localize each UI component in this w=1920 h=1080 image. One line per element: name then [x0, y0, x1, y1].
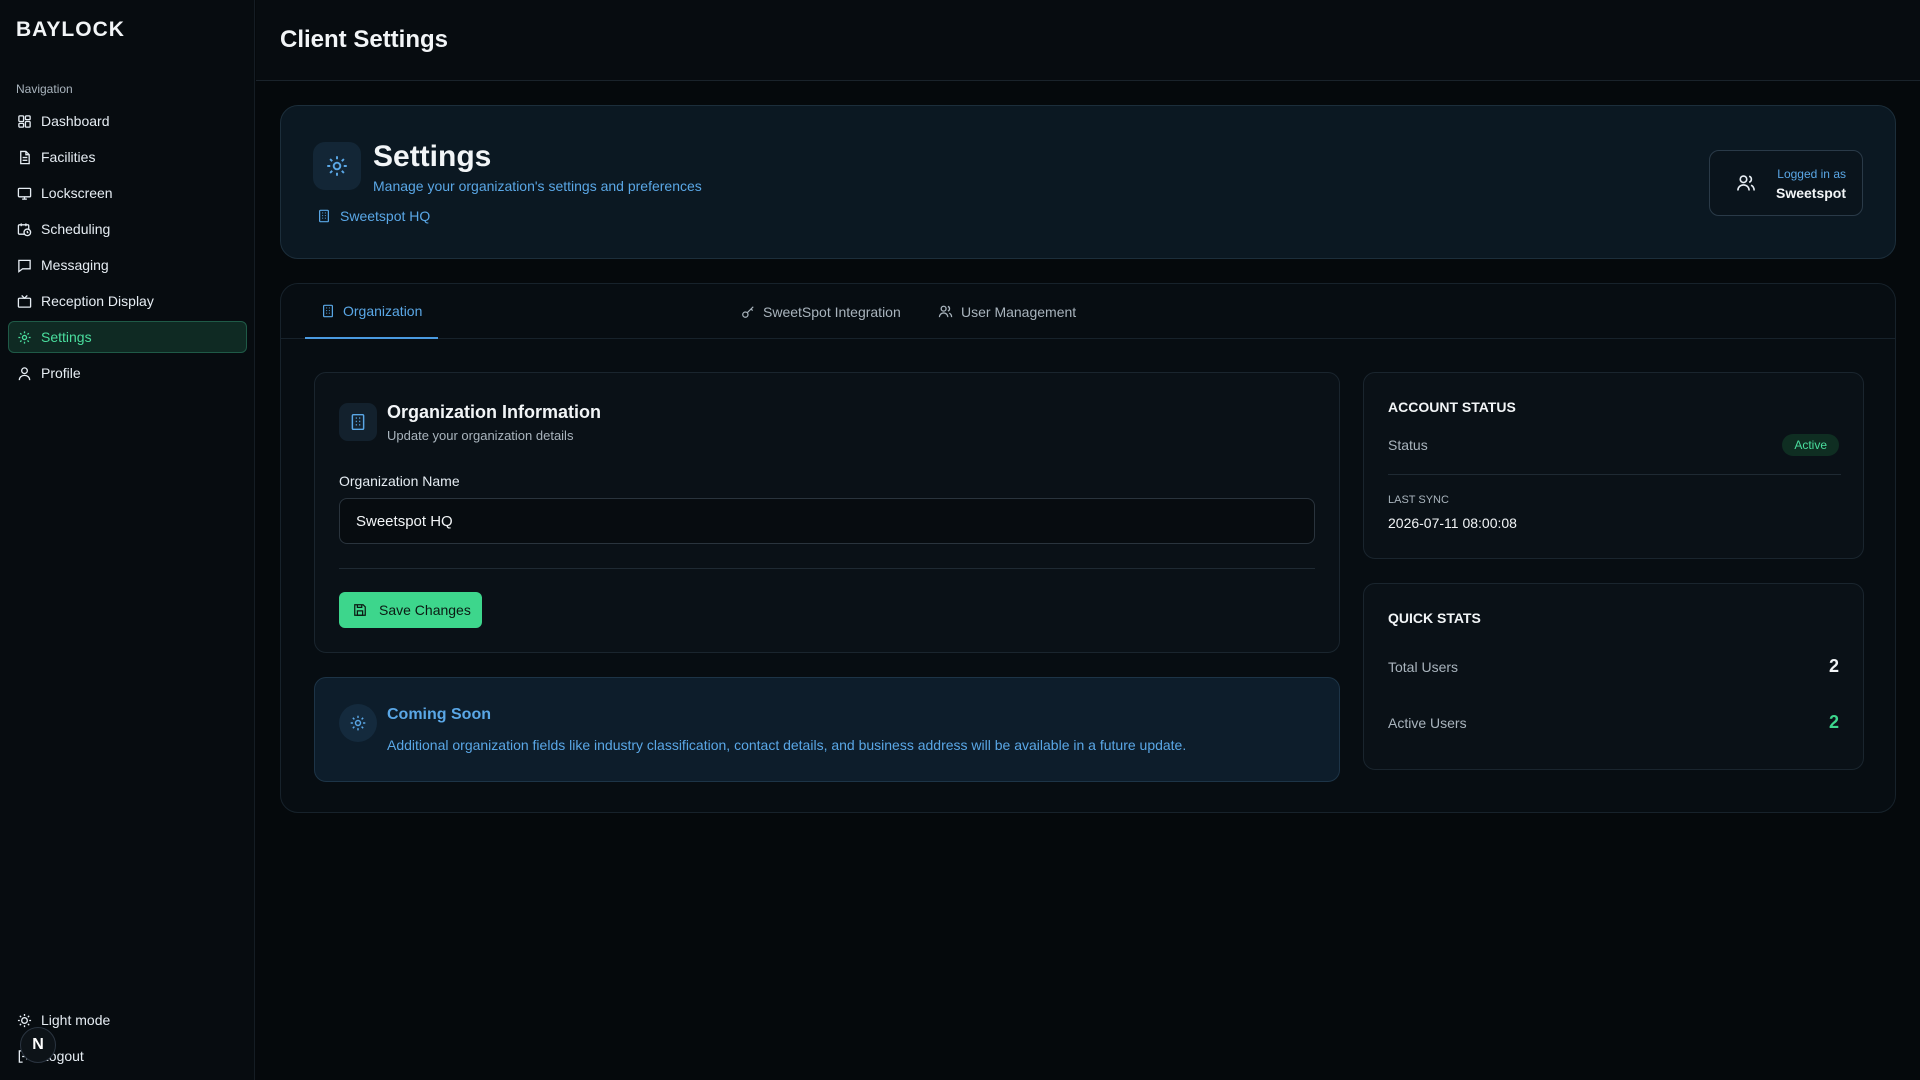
account-status-title: ACCOUNT STATUS: [1388, 399, 1516, 415]
tab-organization[interactable]: Organization: [305, 284, 439, 339]
users-icon: [938, 305, 953, 318]
sidebar-item-dashboard[interactable]: Dashboard: [8, 105, 247, 137]
avatar[interactable]: N: [20, 1027, 56, 1063]
logged-in-label: Logged in as: [1777, 167, 1846, 181]
save-changes-button[interactable]: Save Changes: [339, 592, 482, 628]
organization-info-card: Organization Information Update your org…: [314, 372, 1340, 653]
card-title: Organization Information: [387, 402, 601, 422]
gear-icon: [18, 330, 31, 344]
sidebar-item-label: Reception Display: [41, 293, 154, 309]
calendar-clock-icon: [17, 222, 32, 236]
nav-heading: Navigation: [16, 82, 73, 96]
active-users-value: 2: [1828, 712, 1839, 732]
hero-subtitle: Manage your organization's settings and …: [373, 178, 702, 194]
sun-icon: [17, 1013, 32, 1027]
users-icon: [1737, 175, 1755, 191]
tab-sweetspot-integration[interactable]: SweetSpot Integration: [725, 284, 917, 339]
status-badge: Active: [1782, 434, 1839, 456]
hero-org: Sweetspot HQ: [317, 208, 430, 224]
status-label: Status: [1388, 437, 1428, 453]
coming-soon-text: Additional organization fields like indu…: [387, 737, 1187, 753]
message-icon: [18, 259, 31, 273]
sidebar: BAYLOCK Navigation Dashboard Facilities …: [0, 0, 255, 1080]
settings-hero-card: Settings Manage your organization's sett…: [280, 105, 1896, 259]
sidebar-item-label: Facilities: [41, 149, 96, 165]
sidebar-item-lockscreen[interactable]: Lockscreen: [8, 177, 247, 209]
sidebar-item-settings[interactable]: Settings: [8, 321, 247, 353]
sidebar-nav: Dashboard Facilities Lockscreen Scheduli…: [8, 105, 247, 393]
gear-icon: [339, 704, 377, 742]
building-icon: [339, 403, 377, 441]
last-sync-value: 2026-07-11 08:00:08: [1388, 515, 1517, 531]
sidebar-item-label: Messaging: [41, 257, 109, 273]
settings-panel: Organization SweetSpot Integration User …: [280, 283, 1896, 813]
coming-soon-title: Coming Soon: [387, 706, 491, 723]
last-sync-label: LAST SYNC: [1388, 494, 1449, 506]
dashboard-icon: [18, 114, 31, 128]
user-icon: [18, 366, 31, 380]
sidebar-item-label: Profile: [41, 365, 81, 381]
divider: [339, 568, 1315, 569]
sidebar-item-label: Scheduling: [41, 221, 111, 237]
light-mode-label: Light mode: [41, 1012, 111, 1028]
document-icon: [20, 150, 30, 164]
total-users-label: Total Users: [1388, 659, 1459, 675]
monitor-icon: [17, 187, 32, 200]
save-icon: [354, 604, 366, 616]
logged-in-user: Sweetspot: [1775, 185, 1846, 201]
top-header: Client Settings: [256, 0, 1920, 81]
building-icon: [323, 304, 333, 317]
quick-stats-card: QUICK STATS Total Users 2 Active Users 2: [1363, 583, 1864, 770]
divider: [1388, 474, 1841, 475]
sidebar-item-profile[interactable]: Profile: [8, 357, 247, 389]
card-subtitle: Update your organization details: [387, 428, 574, 443]
tab-user-management[interactable]: User Management: [922, 284, 1092, 339]
coming-soon-card: Coming Soon Additional organization fiel…: [314, 677, 1340, 782]
tv-icon: [17, 294, 32, 308]
logged-in-box: Logged in as Sweetspot: [1709, 150, 1863, 216]
quick-stats-title: QUICK STATS: [1388, 610, 1481, 626]
key-icon: [742, 305, 754, 318]
sidebar-item-label: Lockscreen: [41, 185, 113, 201]
save-changes-label: Save Changes: [379, 602, 471, 618]
sidebar-item-facilities[interactable]: Facilities: [8, 141, 247, 173]
building-icon: [319, 209, 329, 223]
organization-name-label: Organization Name: [339, 473, 460, 489]
sidebar-item-scheduling[interactable]: Scheduling: [8, 213, 247, 245]
hero-org-name: Sweetspot HQ: [340, 208, 431, 224]
brand-logo: BAYLOCK: [16, 18, 125, 41]
page-title: Client Settings: [280, 26, 449, 53]
sidebar-item-reception-display[interactable]: Reception Display: [8, 285, 247, 317]
tab-label: Organization: [343, 302, 423, 319]
sidebar-item-label: Dashboard: [41, 113, 110, 129]
hero-gear-icon: [313, 142, 361, 190]
tab-label: User Management: [961, 303, 1077, 320]
tab-bar: Organization SweetSpot Integration User …: [281, 284, 1895, 339]
hero-title: Settings: [373, 140, 492, 173]
total-users-value: 2: [1828, 656, 1839, 676]
organization-name-input[interactable]: [339, 498, 1315, 544]
sidebar-item-label: Settings: [41, 329, 92, 345]
active-users-label: Active Users: [1388, 715, 1467, 731]
account-status-card: ACCOUNT STATUS Status Active LAST SYNC 2…: [1363, 372, 1864, 559]
tab-label: SweetSpot Integration: [763, 303, 901, 320]
sidebar-item-messaging[interactable]: Messaging: [8, 249, 247, 281]
